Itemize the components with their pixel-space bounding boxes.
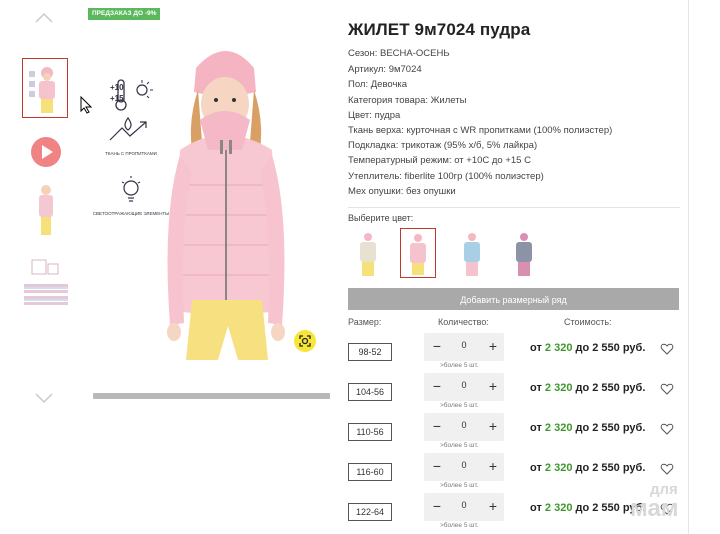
heart-icon[interactable]: [660, 462, 674, 476]
play-icon[interactable]: [30, 136, 62, 168]
quantity-stepper: − 0 +: [424, 413, 504, 441]
product-model: [167, 51, 285, 360]
heart-icon[interactable]: [660, 382, 674, 396]
attr-insulation: Утеплитель: fiberlite 100гр (100% полиэс…: [348, 171, 544, 182]
increase-button[interactable]: +: [486, 379, 500, 393]
size-label: 98-52: [348, 343, 392, 361]
quantity-value[interactable]: 0: [452, 340, 476, 350]
decrease-button[interactable]: −: [430, 379, 444, 393]
color-swatch-powder[interactable]: [400, 228, 436, 278]
thumbnail-model-view[interactable]: [22, 180, 68, 244]
chevron-up-icon[interactable]: [34, 8, 54, 28]
quantity-value[interactable]: 0: [452, 500, 476, 510]
decrease-button[interactable]: −: [430, 419, 444, 433]
quantity-header: Количество:: [438, 317, 489, 327]
color-swatch-blue[interactable]: [454, 228, 490, 278]
content-divider: [688, 0, 689, 534]
divider: [348, 207, 680, 208]
decrease-button[interactable]: −: [430, 339, 444, 353]
price-text: от 2 320 до 2 550 руб.: [530, 342, 646, 354]
quantity-stepper: − 0 +: [424, 453, 504, 481]
quantity-value[interactable]: 0: [452, 380, 476, 390]
image-scrollbar[interactable]: [93, 393, 330, 399]
increase-button[interactable]: +: [486, 339, 500, 353]
size-label: 116-60: [348, 463, 392, 481]
heart-icon[interactable]: [660, 342, 674, 356]
attr-article: Артикул: 9м7024: [348, 64, 422, 75]
bulk-hint: >более 5 шт.: [440, 482, 479, 489]
size-label: 122-64: [348, 503, 392, 521]
size-row: 104-56 − 0 + >более 5 шт. от 2 320 до 2 …: [348, 373, 680, 413]
thumbnail-gallery: [18, 0, 92, 534]
thumbnail-size-chart[interactable]: [22, 256, 68, 316]
bulk-hint: >более 5 шт.: [440, 522, 479, 529]
temp-bottom-label: +15: [110, 94, 124, 103]
attr-gender: Пол: Девочка: [348, 79, 408, 90]
attr-color: Цвет: пудра: [348, 110, 401, 121]
price-header: Стоимость:: [564, 317, 612, 327]
quantity-value[interactable]: 0: [452, 460, 476, 470]
reflect-feature-label: СВЕТООТРАЖАЮЩИЕ ЭЛЕМЕНТЫ: [93, 211, 169, 216]
add-size-row-button[interactable]: Добавить размерный ряд: [348, 288, 679, 310]
attr-fur: Мех опушки: без опушки: [348, 186, 456, 197]
price-text: от 2 320 до 2 550 руб.: [530, 462, 646, 474]
bulk-hint: >более 5 шт.: [440, 362, 479, 369]
increase-button[interactable]: +: [486, 459, 500, 473]
size-label: 104-56: [348, 383, 392, 401]
preorder-badge: ПРЕДЗАКАЗ ДО -9%: [88, 8, 161, 20]
increase-button[interactable]: +: [486, 419, 500, 433]
price-text: от 2 320 до 2 550 руб.: [530, 422, 646, 434]
decrease-button[interactable]: −: [430, 459, 444, 473]
attr-category: Категория товара: Жилеты: [348, 95, 467, 106]
heart-icon[interactable]: [660, 422, 674, 436]
bulk-hint: >более 5 шт.: [440, 442, 479, 449]
quantity-value[interactable]: 0: [452, 420, 476, 430]
attr-outer-fabric: Ткань верха: курточная с WR пропитками (…: [348, 125, 613, 136]
price-text: от 2 320 до 2 550 руб.: [530, 502, 646, 514]
lightbulb-icon: [121, 176, 141, 202]
temp-top-label: +10: [110, 83, 124, 92]
attr-temperature: Температурный режим: от +10С до +15 С: [348, 155, 531, 166]
watermark-bottom: мам: [630, 495, 679, 522]
attr-lining: Подкладка: трикотаж (95% х/б, 5% лайкра): [348, 140, 538, 151]
choose-color-label: Выберите цвет:: [348, 213, 414, 223]
page-title: ЖИЛЕТ 9м7024 пудра: [348, 20, 531, 39]
fabric-feature-label: ТКАНЬ С ПРОПИТКАМИ: [105, 151, 157, 156]
price-text: от 2 320 до 2 550 руб.: [530, 382, 646, 394]
chevron-down-icon[interactable]: [34, 388, 54, 408]
video-thumbnail[interactable]: [30, 136, 62, 168]
decrease-button[interactable]: −: [430, 499, 444, 513]
zoom-icon: [299, 335, 311, 347]
size-header: Размер:: [348, 317, 382, 327]
bulk-hint: >более 5 шт.: [440, 402, 479, 409]
zoom-button[interactable]: [294, 330, 316, 352]
quantity-stepper: − 0 +: [424, 333, 504, 361]
water-repellent-icon: [109, 116, 147, 141]
attr-season: Сезон: ВЕСНА-ОСЕНЬ: [348, 48, 450, 59]
color-swatch-grey[interactable]: [506, 228, 542, 278]
increase-button[interactable]: +: [486, 499, 500, 513]
thumbnail-main[interactable]: [22, 58, 68, 118]
size-row: 110-56 − 0 + >более 5 шт. от 2 320 до 2 …: [348, 413, 680, 453]
quantity-stepper: − 0 +: [424, 373, 504, 401]
quantity-stepper: − 0 +: [424, 493, 504, 521]
size-row: 98-52 − 0 + >более 5 шт. от 2 320 до 2 5…: [348, 333, 680, 373]
size-label: 110-56: [348, 423, 392, 441]
color-swatch-beige[interactable]: [350, 228, 386, 278]
watermark: для мам: [630, 482, 679, 521]
